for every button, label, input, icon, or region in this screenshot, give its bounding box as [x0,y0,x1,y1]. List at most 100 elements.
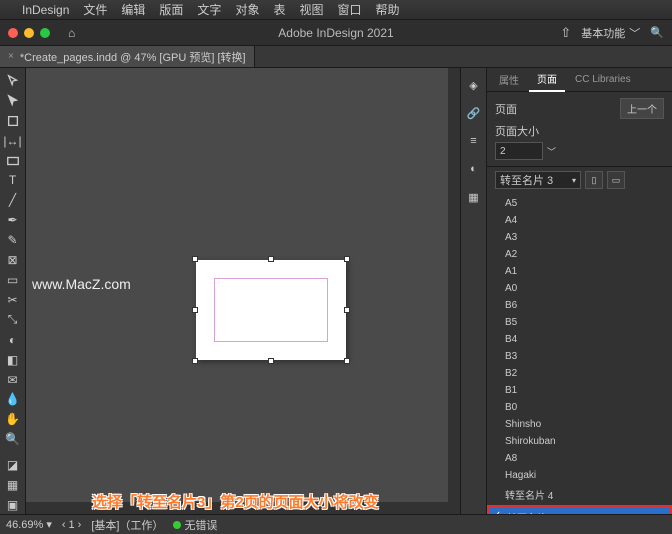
size-option[interactable]: 转至名片 4 [487,484,672,505]
color-panel-icon[interactable]: ◐ [465,160,483,178]
menu-file[interactable]: 文件 [83,1,107,18]
menu-app[interactable]: InDesign [22,3,69,17]
tab-properties[interactable]: 属性 [491,68,527,91]
window-controls [8,28,50,38]
page-tool[interactable] [2,112,24,130]
view-mode[interactable]: [基本]（工作） [91,517,163,533]
rectangle-tool[interactable]: ▭ [2,271,24,289]
size-option[interactable]: A8 [487,450,672,467]
pen-tool[interactable]: ✒ [2,211,24,229]
selection-handle[interactable] [268,358,274,364]
size-option[interactable]: B6 [487,297,672,314]
app-titlebar: ⌂ Adobe InDesign 2021 ⇧ 基本功能 ﹀ 🔍 [0,20,672,46]
home-icon[interactable]: ⌂ [68,26,75,40]
size-option[interactable]: A4 [487,212,672,229]
links-panel-icon[interactable]: 🔗 [465,104,483,122]
size-option[interactable]: 转至名片 3 [487,505,672,514]
page-size-input[interactable] [495,142,543,160]
menu-type[interactable]: 文字 [197,1,221,18]
swatches-panel-icon[interactable]: ▦ [465,188,483,206]
orientation-landscape-button[interactable]: ▭ [607,171,625,189]
scissors-tool[interactable]: ✂ [2,291,24,309]
size-option[interactable]: Hagaki [487,467,672,484]
screen-mode-tool[interactable]: ▣ [2,496,24,514]
zoom-level[interactable]: 46.69%▾ [6,518,52,531]
rectangle-frame-tool[interactable]: ⊠ [2,251,24,269]
size-option[interactable]: Shinsho [487,416,672,433]
size-option[interactable]: B4 [487,331,672,348]
canvas[interactable]: www.MacZ.com [26,68,460,514]
selection-handle[interactable] [192,307,198,313]
size-option[interactable]: B3 [487,348,672,365]
status-bar: 46.69%▾ ‹1› [基本]（工作） 无错误 [0,514,672,534]
layers-panel-icon[interactable]: ◈ [465,76,483,94]
document-tab[interactable]: × *Create_pages.indd @ 47% [GPU 预览] [转换] [0,46,255,67]
main-area: |↔| T ╱ ✒ ✎ ⊠ ▭ ✂ ⤡ ◐ ◧ ✉ 💧 ✋ 🔍 ◪ ▦ ▣ ww… [0,68,672,514]
stroke-panel-icon[interactable]: ≡ [465,132,483,150]
direct-selection-tool[interactable] [2,92,24,110]
menu-object[interactable]: 对象 [235,1,259,18]
page-nav[interactable]: ‹1› [62,519,81,531]
free-transform-tool[interactable]: ⤡ [2,311,24,329]
selection-handle[interactable] [192,256,198,262]
size-option[interactable]: A3 [487,229,672,246]
menu-table[interactable]: 表 [273,1,285,18]
minimize-button[interactable] [24,28,34,38]
menu-edit[interactable]: 编辑 [121,1,145,18]
gradient-swatch-tool[interactable]: ◐ [2,331,24,349]
size-option[interactable]: Shirokuban [487,433,672,450]
size-option[interactable]: B5 [487,314,672,331]
preflight-status[interactable]: 无错误 [173,517,217,533]
pencil-tool[interactable]: ✎ [2,231,24,249]
size-option[interactable]: B0 [487,399,672,416]
mac-menubar: InDesign 文件 编辑 版面 文字 对象 表 视图 窗口 帮助 [0,0,672,20]
eyedropper-tool[interactable]: 💧 [2,391,24,409]
share-icon[interactable]: ⇧ [560,25,571,41]
document-tabbar: × *Create_pages.indd @ 47% [GPU 预览] [转换] [0,46,672,68]
properties-panel: 属性 页面 CC Libraries 页面 上一个 页面大小 ﹀ 转至名片 3 … [486,68,672,514]
gap-tool[interactable]: |↔| [2,132,24,150]
menu-help[interactable]: 帮助 [376,1,400,18]
type-tool[interactable]: T [2,172,24,190]
menu-view[interactable]: 视图 [299,1,323,18]
selection-handle[interactable] [268,256,274,262]
tab-close-icon[interactable]: × [8,51,14,62]
color-theme-tool[interactable]: ▦ [2,476,24,494]
selection-handle[interactable] [344,358,350,364]
maximize-button[interactable] [40,28,50,38]
watermark-text: www.MacZ.com [32,276,131,292]
dropdown-value: 转至名片 3 [500,172,553,188]
workspace-dropdown[interactable]: 基本功能 ﹀ [581,25,640,41]
zoom-tool[interactable]: 🔍 [2,430,24,448]
size-option[interactable]: A1 [487,263,672,280]
tab-cc-libraries[interactable]: CC Libraries [567,70,639,89]
size-option[interactable]: A0 [487,280,672,297]
page-object[interactable] [196,260,346,360]
vertical-scrollbar[interactable] [448,68,460,514]
hand-tool[interactable]: ✋ [2,410,24,428]
menu-layout[interactable]: 版面 [159,1,183,18]
size-option[interactable]: B2 [487,365,672,382]
selection-tool[interactable] [2,72,24,90]
page-size-list[interactable]: A5A4A3A2A1A0B6B5B4B3B2B1B0ShinshoShiroku… [487,193,672,514]
menu-window[interactable]: 窗口 [337,1,361,18]
close-button[interactable] [8,28,18,38]
orientation-portrait-button[interactable]: ▯ [585,171,603,189]
fill-stroke-swatch[interactable]: ◪ [2,456,24,474]
last-page-button[interactable]: 上一个 [620,98,664,119]
tab-pages[interactable]: 页面 [529,67,565,92]
size-dropdown-row: 转至名片 3 ▾ ▯ ▭ [487,167,672,193]
line-tool[interactable]: ╱ [2,191,24,209]
chevron-down-icon[interactable]: ﹀ [547,145,556,158]
search-icon[interactable]: 🔍 [650,26,664,39]
size-option[interactable]: A5 [487,195,672,212]
size-option[interactable]: B1 [487,382,672,399]
selection-handle[interactable] [192,358,198,364]
content-collector-tool[interactable] [2,152,24,170]
note-tool[interactable]: ✉ [2,371,24,389]
size-option[interactable]: A2 [487,246,672,263]
selection-handle[interactable] [344,256,350,262]
gradient-feather-tool[interactable]: ◧ [2,351,24,369]
page-size-dropdown[interactable]: 转至名片 3 ▾ [495,171,581,189]
selection-handle[interactable] [344,307,350,313]
